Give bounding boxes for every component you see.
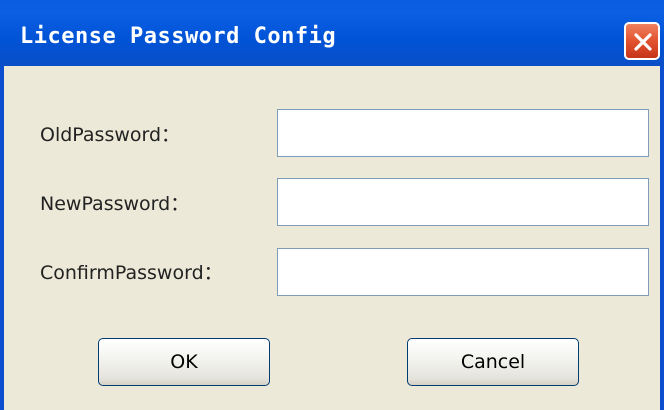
title-bar[interactable]: License Password Config	[0, 0, 664, 66]
close-icon	[634, 33, 652, 51]
window-border-right	[660, 66, 664, 410]
old-password-label: OldPassword：	[40, 124, 181, 146]
window-title: License Password Config	[20, 24, 337, 49]
window-border-left	[0, 66, 4, 410]
license-password-dialog: License Password Config OldPassword： New…	[0, 0, 664, 410]
confirm-password-label: ConfirmPassword：	[40, 262, 223, 284]
cancel-button[interactable]: Cancel	[407, 338, 579, 386]
ok-button[interactable]: OK	[98, 338, 270, 386]
new-password-label: NewPassword：	[40, 193, 190, 215]
new-password-field[interactable]	[277, 178, 649, 226]
close-button[interactable]	[624, 22, 660, 60]
old-password-field[interactable]	[277, 109, 649, 157]
confirm-password-field[interactable]	[277, 248, 649, 296]
